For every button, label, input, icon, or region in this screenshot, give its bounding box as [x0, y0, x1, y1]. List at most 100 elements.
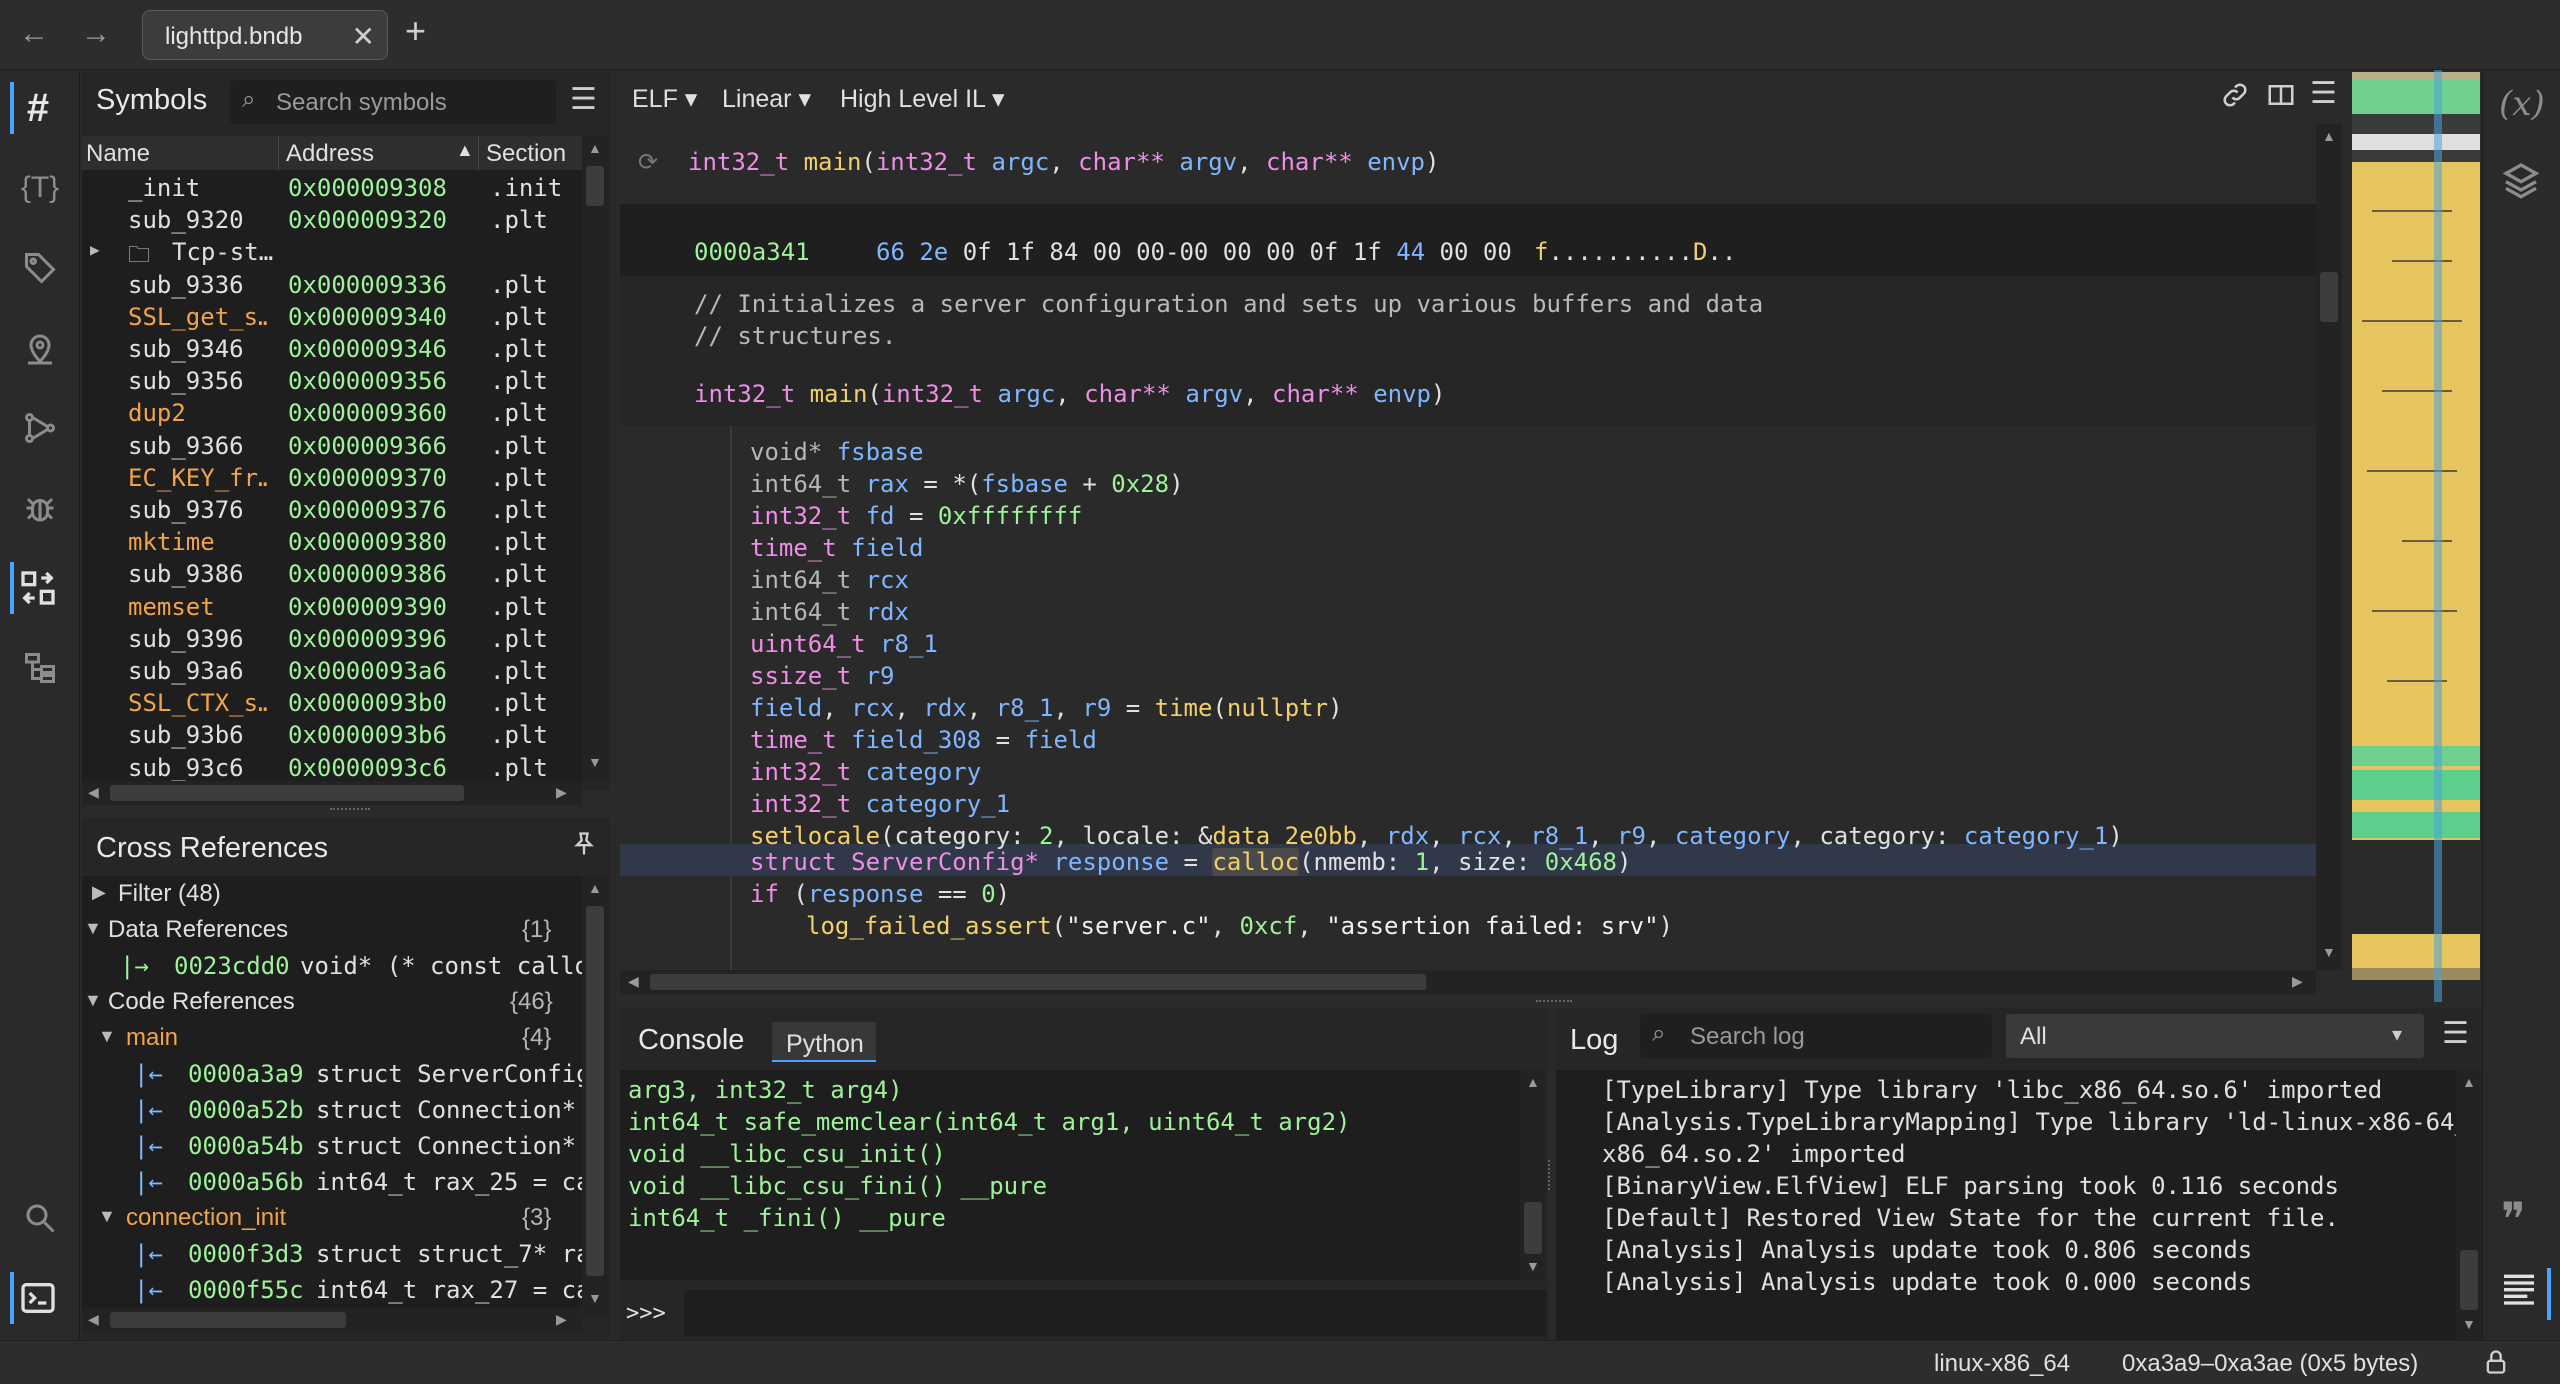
selection-range[interactable]: 0xa3a9–0xa3ae (0x5 bytes) — [2122, 1350, 2418, 1378]
feature-map-minimap[interactable] — [2352, 70, 2482, 1002]
xref-address[interactable]: 0000a52b — [188, 1096, 304, 1124]
terminal-icon[interactable] — [10, 1272, 62, 1324]
table-row[interactable]: EC_KEY_fr… 0x000009370 .plt — [82, 462, 582, 494]
refresh-icon[interactable]: ⟳ — [638, 148, 658, 177]
view-type-dropdown[interactable]: ELF ▾ — [632, 84, 697, 114]
table-row[interactable]: SSL_CTX_s… 0x0000093b0 .plt — [82, 687, 582, 719]
scroll-down-arrow-icon[interactable]: ▼ — [2322, 944, 2336, 960]
highlighted-call[interactable]: calloc — [1212, 848, 1300, 876]
scroll-down-arrow-icon[interactable]: ▼ — [1526, 1258, 1540, 1274]
forward-arrow-icon[interactable]: → — [76, 14, 116, 54]
tab-python[interactable]: Python — [772, 1022, 876, 1062]
search-icon[interactable] — [14, 1192, 66, 1244]
scroll-down-arrow-icon[interactable]: ▼ — [588, 1290, 602, 1306]
code-line[interactable]: setlocale(category: 2, locale: &data_2e0… — [750, 822, 2123, 850]
new-tab-plus-icon[interactable]: + — [405, 10, 426, 52]
code-line[interactable]: int32_t fd = 0xffffffff — [750, 502, 1082, 530]
table-row[interactable]: sub_9366 0x000009366 .plt — [82, 430, 582, 462]
xref-address[interactable]: 0000f55c — [188, 1276, 304, 1304]
code-line[interactable]: log_failed_assert("server.c", 0xcf, "ass… — [806, 912, 1673, 940]
tab-file[interactable]: lighttpd.bndb ✕ — [142, 10, 388, 60]
scrollbar-thumb[interactable] — [650, 974, 1426, 990]
symbols-horizontal-scrollbar[interactable]: ◀ ▶ — [82, 781, 582, 805]
scrollbar-thumb[interactable] — [586, 906, 604, 1276]
log-vertical-scrollbar[interactable]: ▲ ▼ — [2456, 1070, 2482, 1340]
chevron-down-icon[interactable]: ▼ — [84, 918, 102, 939]
xref-group-connection-init[interactable]: connection_init — [126, 1204, 286, 1232]
scroll-right-arrow-icon[interactable]: ▶ — [556, 1311, 567, 1328]
scroll-up-arrow-icon[interactable]: ▲ — [1526, 1074, 1540, 1090]
link-icon[interactable] — [2220, 80, 2250, 115]
xrefs-horizontal-scrollbar[interactable]: ◀ ▶ — [82, 1308, 582, 1332]
table-row[interactable]: sub_93c6 0x0000093c6 .plt — [82, 752, 582, 781]
graph-branch-icon[interactable] — [14, 402, 66, 454]
table-row[interactable]: sub_93b6 0x0000093b6 .plt — [82, 719, 582, 751]
console-input[interactable] — [684, 1290, 1546, 1336]
xrefs-vertical-scrollbar[interactable]: ▲ ▼ — [582, 876, 608, 1316]
code-line[interactable]: void* fsbase — [750, 438, 923, 466]
scrollbar-thumb[interactable] — [110, 785, 464, 801]
scroll-up-arrow-icon[interactable]: ▲ — [2322, 128, 2336, 144]
scrollbar-thumb[interactable] — [2460, 1250, 2478, 1310]
log-search-input[interactable]: ⌕ Search log — [1640, 1014, 1992, 1058]
quote-comments-icon[interactable]: ❞ — [2501, 1192, 2526, 1246]
scroll-right-arrow-icon[interactable]: ▶ — [2292, 973, 2303, 990]
hamburger-menu-icon[interactable]: ☰ — [570, 82, 597, 117]
hierarchy-icon[interactable] — [14, 642, 66, 694]
table-row[interactable]: sub_9386 0x000009386 .plt — [82, 558, 582, 590]
splitter-handle[interactable] — [1548, 1160, 1552, 1190]
code-line[interactable]: int64_t rax = *(fsbase + 0x28) — [750, 470, 1184, 498]
scroll-down-arrow-icon[interactable]: ▼ — [588, 754, 602, 770]
xref-address[interactable]: 0000a56b — [188, 1168, 304, 1196]
symbols-vertical-scrollbar[interactable]: ▲ ▼ — [582, 136, 608, 781]
table-row[interactable]: SSL_get_s… 0x000009340 .plt — [82, 301, 582, 333]
scrollbar-thumb[interactable] — [110, 1312, 346, 1328]
table-row[interactable]: _init 0x000009308 .init — [82, 172, 582, 204]
code-view[interactable]: ⟳ int32_t main(int32_t argc, char** argv… — [620, 136, 2316, 971]
debugger-bug-icon[interactable] — [14, 482, 66, 534]
data-references-label[interactable]: Data References — [108, 916, 288, 944]
log-lines-icon[interactable] — [2499, 1268, 2551, 1320]
close-icon[interactable]: ✕ — [352, 20, 375, 53]
xref-address[interactable]: 0000a3a9 — [188, 1060, 304, 1088]
scrollbar-thumb[interactable] — [2320, 272, 2338, 322]
code-line[interactable]: if (response == 0) — [750, 880, 1010, 908]
splitter-handle[interactable] — [1536, 1000, 1572, 1004]
chevron-down-icon[interactable]: ▼ — [84, 990, 102, 1011]
pin-icon[interactable] — [570, 830, 598, 865]
platform-label[interactable]: linux-x86_64 — [1934, 1350, 2070, 1378]
code-references-label[interactable]: Code References — [108, 988, 295, 1016]
code-horizontal-scrollbar[interactable]: ◀ ▶ — [620, 970, 2316, 994]
tags-icon[interactable] — [14, 242, 66, 294]
table-row[interactable]: mktime 0x000009380 .plt — [82, 526, 582, 558]
table-row[interactable]: ▶ 🗀 Tcp-st… — [82, 236, 582, 268]
table-row[interactable]: sub_9376 0x000009376 .plt — [82, 494, 582, 526]
console-vertical-scrollbar[interactable]: ▲ ▼ — [1520, 1070, 1546, 1280]
hex-line[interactable]: 0000a341 66 2e 0f 1f 84 00 00-00 00 00 0… — [620, 226, 2316, 276]
table-row[interactable]: sub_93a6 0x0000093a6 .plt — [82, 655, 582, 687]
table-row[interactable]: sub_9396 0x000009396 .plt — [82, 623, 582, 655]
code-line[interactable]: int32_t category — [750, 758, 981, 786]
hamburger-menu-icon[interactable]: ☰ — [2442, 1016, 2469, 1051]
code-line[interactable]: int64_t rcx — [750, 566, 909, 594]
location-pin-icon[interactable] — [14, 322, 66, 374]
xref-address[interactable]: 0000a54b — [188, 1132, 304, 1160]
column-header-address[interactable]: Address — [286, 140, 374, 168]
xref-address[interactable]: 0000f3d3 — [188, 1240, 304, 1268]
code-line-selected[interactable]: struct ServerConfig* response = calloc(n… — [750, 848, 1631, 876]
scroll-right-arrow-icon[interactable]: ▶ — [556, 784, 567, 801]
chevron-right-icon[interactable]: ▶ — [92, 882, 106, 903]
layers-stack-icon[interactable] — [2501, 160, 2541, 205]
types-braces-icon[interactable]: {T} — [14, 162, 66, 214]
scroll-down-arrow-icon[interactable]: ▼ — [2462, 1316, 2476, 1332]
variables-x-icon[interactable]: (x) — [2499, 84, 2545, 124]
back-arrow-icon[interactable]: ← — [14, 14, 54, 54]
table-row[interactable]: memset 0x000009390 .plt — [82, 591, 582, 623]
log-level-select[interactable]: All ▾ — [2006, 1014, 2424, 1058]
code-line[interactable]: int32_t category_1 — [750, 790, 1010, 818]
scrollbar-thumb[interactable] — [586, 166, 604, 206]
xrefs-filter[interactable]: Filter (48) — [118, 880, 221, 908]
scroll-left-arrow-icon[interactable]: ◀ — [88, 784, 99, 801]
code-line[interactable]: time_t field — [750, 534, 923, 562]
chevron-down-icon[interactable]: ▼ — [98, 1026, 116, 1047]
